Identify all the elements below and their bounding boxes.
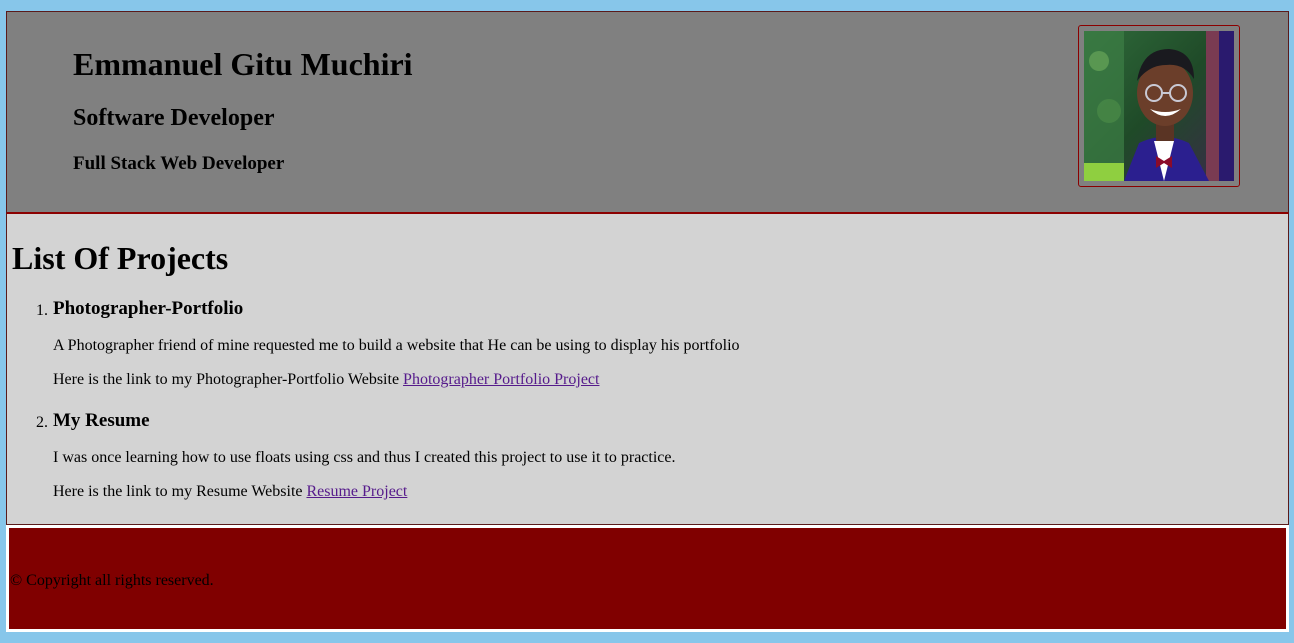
profile-photo bbox=[1084, 31, 1234, 181]
resume-project-link[interactable]: Resume Project bbox=[306, 483, 407, 500]
project-link-prefix: Here is the link to my Photographer-Port… bbox=[53, 371, 404, 388]
project-link-line: Here is the link to my Photographer-Port… bbox=[53, 371, 599, 389]
page-footer: © Copyright all rights reserved. bbox=[6, 525, 1289, 632]
projects-heading: List Of Projects bbox=[12, 240, 229, 276]
projects-section: List Of Projects 1. Photographer-Portfol… bbox=[6, 214, 1289, 525]
project-title: Photographer-Portfolio bbox=[53, 298, 244, 319]
job-subtitle: Full Stack Web Developer bbox=[73, 153, 285, 174]
project-number: 2. bbox=[36, 414, 48, 431]
project-link-prefix: Here is the link to my Resume Website bbox=[53, 483, 307, 500]
profile-photo-frame bbox=[1078, 25, 1240, 187]
job-title: Software Developer bbox=[73, 105, 275, 131]
photographer-portfolio-link[interactable]: Photographer Portfolio Project bbox=[403, 371, 599, 388]
project-description: A Photographer friend of mine requested … bbox=[53, 337, 740, 354]
project-description: I was once learning how to use floats us… bbox=[53, 449, 676, 466]
project-title: My Resume bbox=[53, 410, 150, 431]
copyright-text: © Copyright all rights reserved. bbox=[10, 572, 214, 589]
project-link-line: Here is the link to my Resume Website Re… bbox=[53, 483, 407, 501]
profile-header: Emmanuel Gitu Muchiri Software Developer… bbox=[6, 11, 1289, 214]
developer-name: Emmanuel Gitu Muchiri bbox=[73, 46, 413, 82]
project-number: 1. bbox=[36, 302, 48, 319]
